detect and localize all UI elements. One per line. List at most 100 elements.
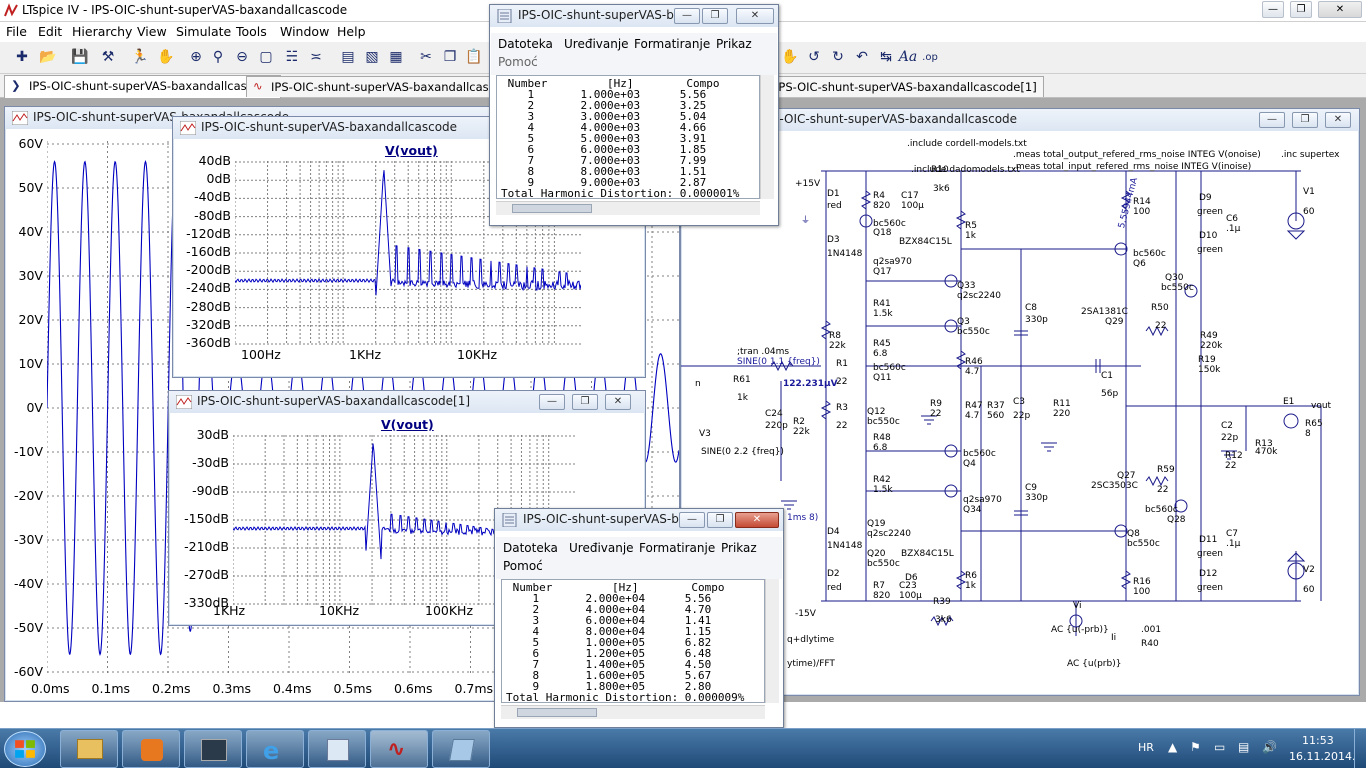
paste-icon[interactable]: 📋 — [464, 47, 484, 67]
fft-top-horizontal-scrollbar[interactable] — [496, 201, 760, 215]
control-panel-icon[interactable]: ⚒ — [98, 47, 118, 67]
app-minimize-button[interactable]: — — [1262, 1, 1284, 18]
fft-bottom-maximize-button[interactable]: ❐ — [707, 512, 733, 528]
label-red2: red — [827, 583, 842, 593]
menu-view[interactable]: View — [137, 24, 167, 39]
app-restore-button[interactable]: ❐ — [1290, 1, 1312, 18]
tab-schematic[interactable]: ❯ IPS-OIC-shunt-superVAS-baxandallcascod… — [4, 75, 281, 98]
taskbar-media-button[interactable] — [122, 730, 180, 768]
fft-top-menu-prikaz[interactable]: Prikaz — [716, 37, 752, 51]
halt-icon[interactable]: ✋ — [156, 47, 176, 67]
menu-window[interactable]: Window — [280, 24, 329, 39]
menu-help[interactable]: Help — [337, 24, 366, 39]
fft2-restore-button[interactable]: ❐ — [572, 394, 598, 410]
device-icon[interactable]: ▭ — [1214, 740, 1225, 754]
fft-bottom-menu-uredivanje[interactable]: Uređivanje — [569, 541, 634, 555]
fft-top-vertical-scrollbar[interactable] — [760, 75, 774, 199]
clock-time[interactable]: 11:53 — [1302, 734, 1334, 747]
taskbar-explorer-button[interactable] — [60, 730, 118, 768]
fft1-trace-name[interactable]: V(vout) — [385, 143, 438, 158]
clock-date[interactable]: 16.11.2014. — [1289, 750, 1355, 763]
copy-icon[interactable]: ❐ — [440, 47, 460, 67]
schematic-restore-button[interactable]: ❐ — [1292, 112, 1318, 128]
menu-file[interactable]: File — [6, 24, 27, 39]
menu-hierarchy[interactable]: Hierarchy — [72, 24, 132, 39]
network-icon[interactable]: ▤ — [1238, 740, 1249, 754]
label-r40v: .001 — [1141, 625, 1161, 635]
zoom-out-icon[interactable]: ⊖ — [232, 47, 252, 67]
drag-icon[interactable]: ✋ — [780, 47, 800, 67]
fft-bottom-minimize-button[interactable]: — — [679, 512, 705, 528]
pan-icon[interactable]: ⚲ — [208, 47, 228, 67]
fft2-minimize-button[interactable]: — — [539, 394, 565, 410]
open-icon[interactable]: 📂 — [38, 47, 58, 67]
taskbar-ie-button[interactable]: e — [246, 730, 304, 768]
cascade-icon[interactable]: ▧ — [362, 47, 382, 67]
fft-top-maximize-button[interactable]: ❐ — [702, 8, 728, 24]
fft-top-menu-datoteka[interactable]: Datoteka — [498, 37, 553, 51]
menu-simulate[interactable]: Simulate — [176, 24, 231, 39]
flag-icon[interactable]: ⚑ — [1190, 740, 1201, 754]
start-button[interactable] — [4, 731, 46, 767]
label-R19: R19 — [1198, 355, 1216, 365]
schematic-close-button[interactable]: ✕ — [1325, 112, 1351, 128]
label-q2sa970-a: q2sa970 — [873, 257, 912, 267]
tile-horizontal-icon[interactable]: ▤ — [338, 47, 358, 67]
fft-top-menu-pomoc[interactable]: Pomoć — [498, 55, 538, 69]
y-tick-label: 40V — [5, 224, 43, 239]
label-bc550c-a: bc550c — [1161, 283, 1194, 293]
tab-waveform-1[interactable]: ∿ IPS-OIC-shunt-superVAS-baxandallcascod… — [246, 76, 523, 97]
fft-top-text-area[interactable]: Number [Hz] Compo 1 1.000e+03 5.56 2 2.0… — [496, 75, 760, 199]
fft2-trace-name[interactable]: V(vout) — [381, 417, 434, 432]
fft-bottom-horizontal-scrollbar[interactable] — [501, 705, 765, 719]
close-window-icon[interactable]: ▦ — [386, 47, 406, 67]
label-r13v: 470k — [1255, 447, 1277, 457]
pick-visible-icon[interactable]: ≍ — [306, 47, 326, 67]
app-close-button[interactable]: ✕ — [1318, 1, 1362, 18]
volume-icon[interactable]: 🔊 — [1262, 740, 1277, 754]
label-ac2: AC {u(prb)} — [1067, 659, 1121, 669]
show-desktop-button[interactable] — [1354, 729, 1366, 768]
spice-directive-icon[interactable]: .op — [920, 47, 940, 67]
mirror-icon[interactable]: ↹ — [876, 47, 896, 67]
tab-waveform-2[interactable]: IPS-OIC-shunt-superVAS-baxandallcascode[… — [752, 76, 1044, 97]
menu-tools[interactable]: Tools — [236, 24, 267, 39]
show-hidden-icons-icon[interactable]: ▲ — [1168, 740, 1177, 754]
fft-top-close-button[interactable]: ✕ — [736, 8, 774, 24]
fft-top-thd: Total Harmonic Distortion: 0.000001% — [501, 188, 759, 199]
fft-bottom-menu-prikaz[interactable]: Prikaz — [721, 541, 757, 555]
app-title: LTspice IV - IPS-OIC-shunt-superVAS-baxa… — [22, 3, 347, 17]
svg-text:⏚: ⏚ — [801, 215, 810, 226]
label-E1: E1 — [1283, 397, 1294, 407]
taskbar-app-button[interactable] — [432, 730, 490, 768]
fft-bottom-menu-formatiranje[interactable]: Formatiranje — [639, 541, 715, 555]
language-indicator[interactable]: HR — [1138, 741, 1154, 754]
fft-top-minimize-button[interactable]: — — [674, 8, 700, 24]
save-icon[interactable]: 💾 — [70, 47, 90, 67]
fft2-close-button[interactable]: ✕ — [605, 394, 631, 410]
taskbar-scope-button[interactable] — [184, 730, 242, 768]
rotate-icon[interactable]: ↶ — [852, 47, 872, 67]
text-icon[interactable]: Aa — [898, 47, 918, 67]
zoom-in-icon[interactable]: ⊕ — [186, 47, 206, 67]
zoom-fit-icon[interactable]: ▢ — [256, 47, 276, 67]
fft-bottom-vertical-scrollbar[interactable] — [765, 579, 779, 703]
fft-bottom-menu-datoteka[interactable]: Datoteka — [503, 541, 558, 555]
autorange-icon[interactable]: ☵ — [282, 47, 302, 67]
run-icon[interactable]: 🏃 — [130, 47, 150, 67]
new-schematic-icon[interactable]: ✚ — [12, 47, 32, 67]
undo-icon[interactable]: ↺ — [804, 47, 824, 67]
fft-top-menu-uredivanje[interactable]: Uređivanje — [564, 37, 629, 51]
redo-icon[interactable]: ↻ — [828, 47, 848, 67]
cut-icon[interactable]: ✂ — [416, 47, 436, 67]
schematic-minimize-button[interactable]: — — [1259, 112, 1285, 128]
label-R4: R4 — [873, 191, 885, 201]
label-bzx2: BZX84C15L — [901, 549, 954, 559]
menu-edit[interactable]: Edit — [38, 24, 62, 39]
taskbar-ltspice-button[interactable]: ∿ — [370, 730, 428, 768]
fft-top-menu-formatiranje[interactable]: Formatiranje — [634, 37, 710, 51]
fft-bottom-menu-pomoc[interactable]: Pomoć — [503, 559, 543, 573]
fft-bottom-text-area[interactable]: Number [Hz] Compo 1 2.000e+04 5.56 2 4.0… — [501, 579, 765, 703]
taskbar-notepad-button[interactable] — [308, 730, 366, 768]
fft-bottom-close-button[interactable]: ✕ — [735, 512, 779, 528]
